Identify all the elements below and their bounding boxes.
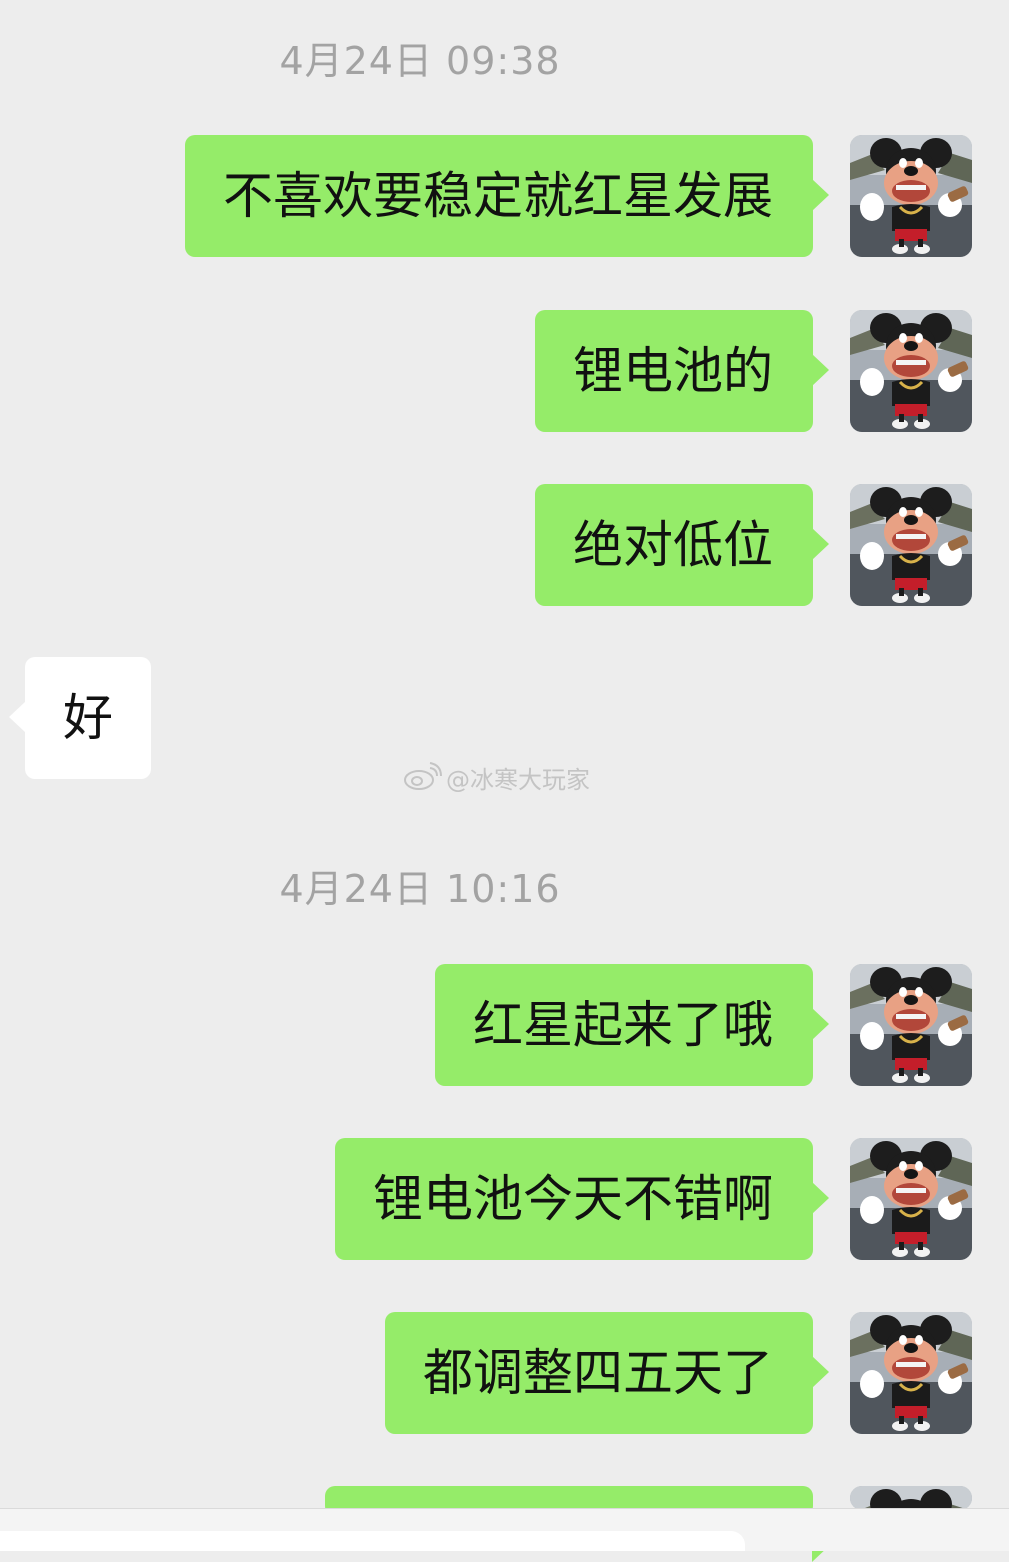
weibo-icon (404, 762, 442, 790)
message-bubble-sent[interactable]: 锂电池今天不错啊 (335, 1138, 829, 1260)
watermark: @冰寒大玩家 (402, 760, 590, 794)
message-bubble-sent[interactable]: 都调整四五天了 (385, 1312, 829, 1434)
message-bubble-sent[interactable]: 锂电池的 (535, 310, 829, 432)
avatar[interactable] (850, 1312, 972, 1434)
avatar[interactable] (850, 964, 972, 1086)
avatar[interactable] (850, 1486, 972, 1510)
avatar[interactable] (850, 310, 972, 432)
mickey-avatar-icon (850, 310, 972, 432)
timestamp-1: 4月24日 09:38 (279, 39, 561, 83)
input-toolbar (0, 1508, 1009, 1551)
message-bubble-sent[interactable]: 绝对低位 (535, 484, 829, 606)
avatar[interactable] (850, 135, 972, 257)
message-bubble-sent[interactable]: 红星起来了哦 (435, 964, 829, 1086)
mickey-avatar-icon (850, 135, 972, 257)
mickey-avatar-icon (850, 1312, 972, 1434)
mickey-avatar-icon (850, 484, 972, 606)
mickey-avatar-icon (850, 1486, 972, 1510)
avatar[interactable] (850, 1138, 972, 1260)
message-bubble-sent[interactable]: 不喜欢要稳定就红星发展 (185, 135, 829, 257)
timestamp-2: 4月24日 10:16 (279, 867, 561, 911)
avatar[interactable] (850, 484, 972, 606)
mickey-avatar-icon (850, 1138, 972, 1260)
mickey-avatar-icon (850, 964, 972, 1086)
watermark-text: @冰寒大玩家 (446, 765, 590, 794)
message-bubble-received[interactable]: 好 (9, 657, 151, 779)
message-input[interactable] (0, 1531, 745, 1551)
